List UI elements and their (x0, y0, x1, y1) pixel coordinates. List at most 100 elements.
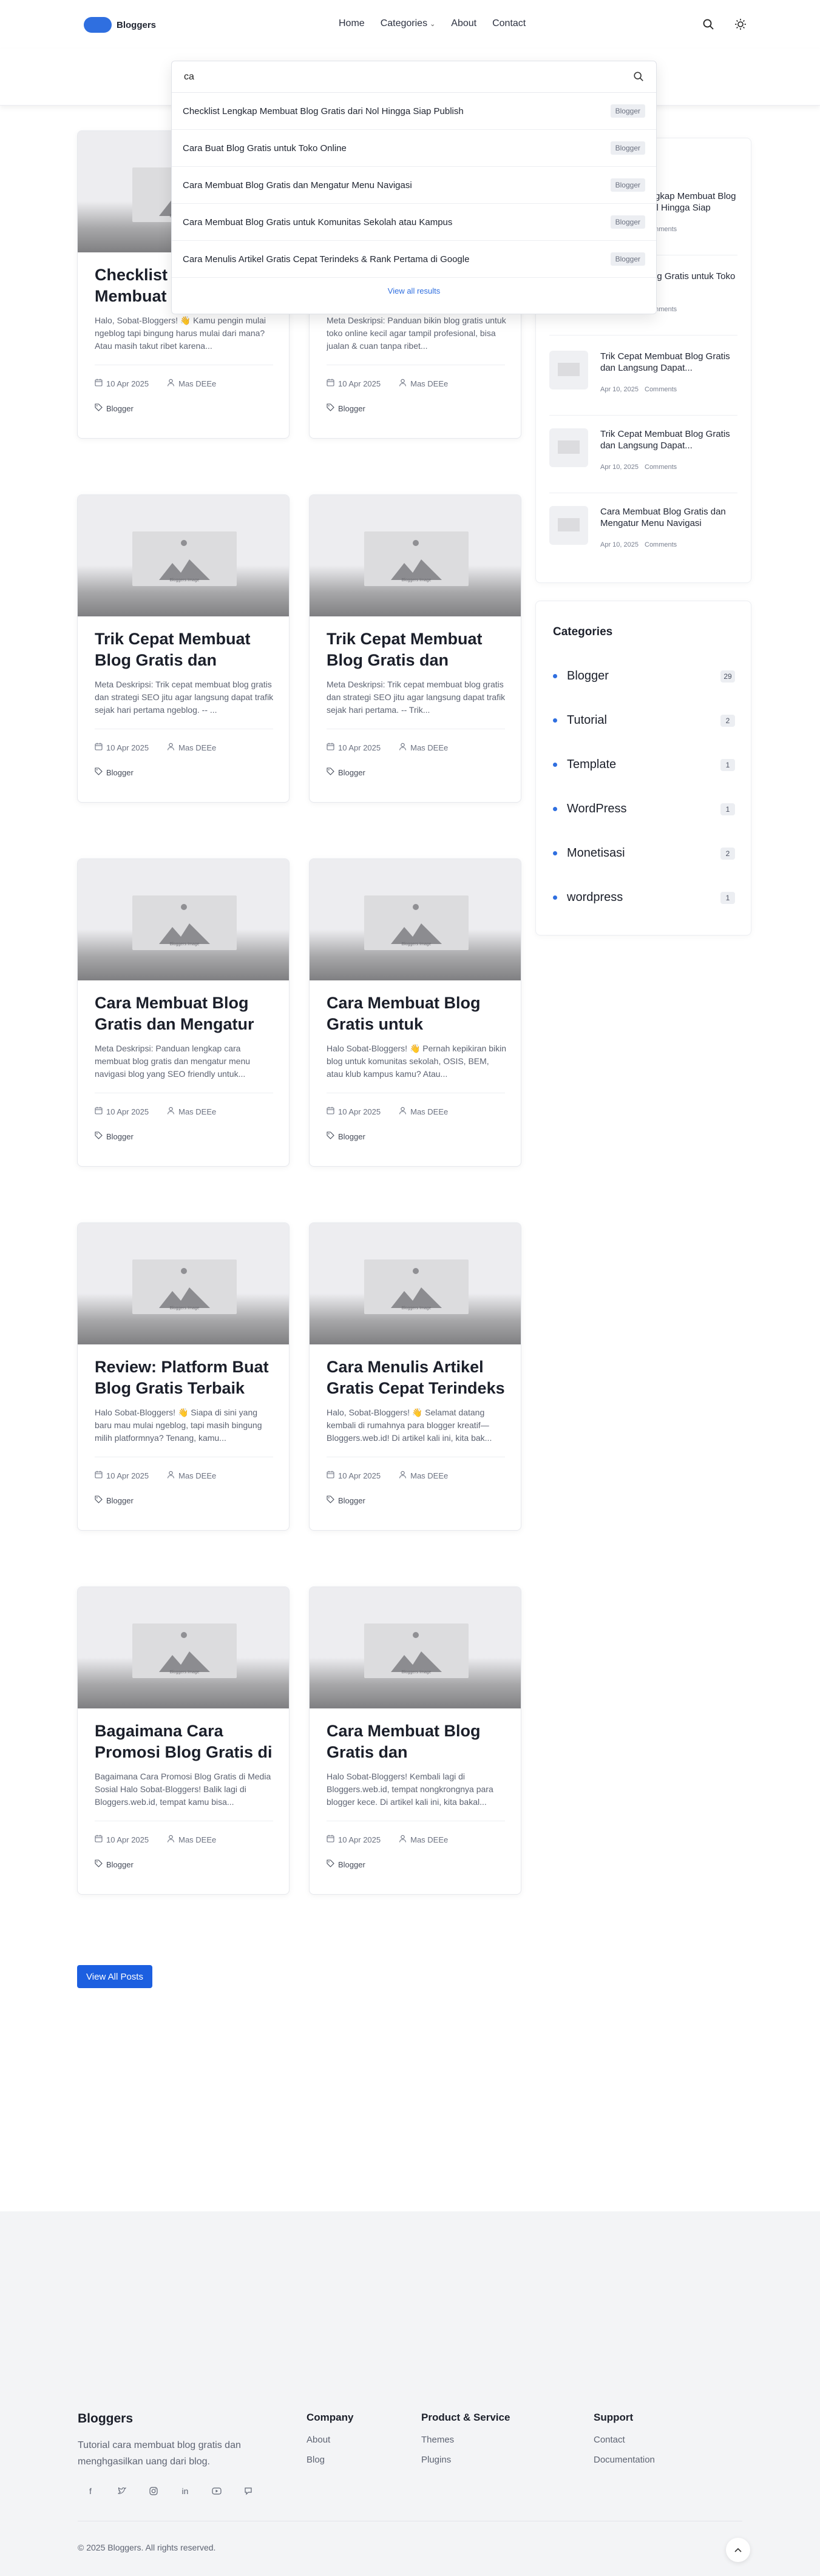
post-card[interactable]: Bloggers Image Cara Membuat Blog Gratis u… (309, 858, 521, 1167)
post-tag[interactable]: Blogger (327, 1495, 365, 1505)
recent-post-title[interactable]: Trik Cepat Membuat Blog Gratis dan Langs… (600, 428, 740, 451)
post-author[interactable]: Mas DEEe (410, 379, 448, 388)
category-name[interactable]: Monetisasi (567, 846, 625, 860)
post-title[interactable]: Trik Cepat Membuat Blog Gratis dan Langs… (95, 629, 276, 671)
nav-categories[interactable]: Categories ⌄ (381, 18, 436, 29)
search-result[interactable]: Cara Membuat Blog Gratis dan Mengatur Me… (172, 167, 656, 204)
category-count: 1 (720, 892, 735, 904)
category-name[interactable]: Tutorial (567, 713, 607, 727)
post-author[interactable]: Mas DEEe (410, 743, 448, 752)
nav-about[interactable]: About (451, 18, 476, 29)
view-all-results-link[interactable]: View all results (172, 278, 656, 295)
recent-post-thumbnail[interactable] (549, 428, 588, 467)
category-name[interactable]: Blogger (567, 669, 609, 683)
recent-post-item[interactable]: Cara Membuat Blog Gratis dan Mengatur Me… (549, 506, 737, 555)
recent-post-comments[interactable]: Comments (645, 386, 677, 393)
post-author[interactable]: Mas DEEe (178, 379, 216, 388)
post-thumbnail[interactable]: Bloggers Image (78, 859, 289, 980)
category-item[interactable]: Blogger 29 (553, 667, 735, 685)
post-title[interactable]: Cara Menulis Artikel Gratis Cepat Terind… (327, 1357, 507, 1399)
post-title[interactable]: Trik Cepat Membuat Blog Gratis dan Langs… (327, 629, 507, 671)
post-tag[interactable]: Blogger (327, 403, 365, 413)
post-card[interactable]: Bloggers Image Review: Platform Buat Blog… (77, 1222, 290, 1531)
sun-icon[interactable] (733, 17, 748, 32)
post-tag[interactable]: Blogger (327, 1860, 365, 1869)
post-thumbnail[interactable]: Bloggers Image (78, 1223, 289, 1344)
instagram-icon[interactable] (147, 2484, 160, 2498)
post-thumbnail[interactable]: Bloggers Image (78, 495, 289, 616)
post-meta: 10 Apr 2025 Mas DEEe (327, 1471, 448, 1480)
recent-post-thumbnail[interactable] (549, 506, 588, 545)
post-author[interactable]: Mas DEEe (178, 1471, 216, 1480)
discord-icon[interactable] (242, 2484, 255, 2498)
post-tag[interactable]: Blogger (95, 767, 134, 777)
search-result[interactable]: Cara Membuat Blog Gratis untuk Komunitas… (172, 204, 656, 241)
search-icon[interactable] (701, 17, 716, 32)
post-card[interactable]: Bloggers Image Cara Menulis Artikel Grati… (309, 1222, 521, 1531)
twitter-icon[interactable] (115, 2484, 129, 2498)
post-card[interactable]: Bloggers Image Cara Membuat Blog Gratis d… (309, 1586, 521, 1895)
post-author[interactable]: Mas DEEe (410, 1835, 448, 1844)
footer-link-contact[interactable]: Contact (594, 2435, 655, 2445)
post-card[interactable]: Bloggers Image Trik Cepat Membuat Blog Gr… (309, 494, 521, 803)
recent-post-comments[interactable]: Comments (645, 464, 677, 471)
post-title[interactable]: Cara Membuat Blog Gratis untuk Komunitas… (327, 993, 507, 1035)
recent-post-comments[interactable]: Comments (645, 541, 677, 548)
youtube-icon[interactable] (210, 2484, 223, 2498)
nav-contact[interactable]: Contact (492, 18, 526, 29)
facebook-icon[interactable]: f (84, 2484, 97, 2498)
post-card[interactable]: Bloggers Image Trik Cepat Membuat Blog Gr… (77, 494, 290, 803)
category-name[interactable]: Template (567, 758, 616, 772)
post-tag[interactable]: Blogger (327, 767, 365, 777)
footer-link-plugins[interactable]: Plugins (421, 2455, 510, 2465)
category-name[interactable]: WordPress (567, 802, 627, 816)
post-thumbnail[interactable]: Bloggers Image (310, 495, 521, 616)
post-title[interactable]: Cara Membuat Blog Gratis dan Memaksimalk… (327, 1721, 507, 1763)
search-result[interactable]: Cara Buat Blog Gratis untuk Toko Online B… (172, 130, 656, 167)
footer-link-themes[interactable]: Themes (421, 2435, 510, 2445)
post-date: 10 Apr 2025 (338, 1107, 381, 1116)
view-all-posts-button[interactable]: View All Posts (77, 1965, 152, 1988)
post-author[interactable]: Mas DEEe (178, 1835, 216, 1844)
search-result[interactable]: Cara Menulis Artikel Gratis Cepat Terind… (172, 241, 656, 278)
post-card[interactable]: Bloggers Image Cara Membuat Blog Gratis d… (77, 858, 290, 1167)
post-author[interactable]: Mas DEEe (178, 1107, 216, 1116)
category-item[interactable]: Template 1 (553, 755, 735, 774)
post-author[interactable]: Mas DEEe (178, 743, 216, 752)
recent-post-thumbnail[interactable] (549, 351, 588, 389)
post-thumbnail[interactable]: Bloggers Image (310, 1223, 521, 1344)
site-logo[interactable]: Bloggers (84, 17, 156, 33)
linkedin-icon[interactable]: in (178, 2484, 192, 2498)
post-thumbnail[interactable]: Bloggers Image (310, 1587, 521, 1708)
post-thumbnail[interactable]: Bloggers Image (78, 1587, 289, 1708)
recent-post-title[interactable]: Cara Membuat Blog Gratis dan Mengatur Me… (600, 506, 740, 529)
footer-link-about[interactable]: About (307, 2435, 353, 2445)
footer-link-blog[interactable]: Blog (307, 2455, 353, 2465)
post-title[interactable]: Bagaimana Cara Promosi Blog Gratis di Me… (95, 1721, 276, 1763)
recent-post-item[interactable]: Trik Cepat Membuat Blog Gratis dan Langs… (549, 428, 737, 477)
category-item[interactable]: WordPress 1 (553, 800, 735, 818)
category-item[interactable]: Tutorial 2 (553, 711, 735, 729)
post-tag[interactable]: Blogger (95, 403, 134, 413)
category-item[interactable]: wordpress 1 (553, 888, 735, 906)
post-author[interactable]: Mas DEEe (410, 1471, 448, 1480)
footer-link-documentation[interactable]: Documentation (594, 2455, 655, 2465)
post-tag[interactable]: Blogger (95, 1860, 134, 1869)
post-tag[interactable]: Blogger (95, 1495, 134, 1505)
search-input[interactable]: ca (172, 61, 656, 93)
back-to-top-button[interactable] (726, 2538, 750, 2562)
post-card[interactable]: Bloggers Image Bagaimana Cara Promosi Blo… (77, 1586, 290, 1895)
post-title[interactable]: Cara Membuat Blog Gratis dan Mengatur Me… (95, 993, 276, 1035)
post-thumbnail[interactable]: Bloggers Image (310, 859, 521, 980)
search-submit-icon[interactable] (633, 71, 644, 85)
recent-post-title[interactable]: Trik Cepat Membuat Blog Gratis dan Langs… (600, 351, 740, 374)
category-item[interactable]: Monetisasi 2 (553, 844, 735, 862)
category-name[interactable]: wordpress (567, 891, 623, 905)
recent-post-item[interactable]: Trik Cepat Membuat Blog Gratis dan Langs… (549, 351, 737, 399)
search-result[interactable]: Checklist Lengkap Membuat Blog Gratis da… (172, 93, 656, 130)
post-tag[interactable]: Blogger (327, 1131, 365, 1141)
post-title[interactable]: Review: Platform Buat Blog Gratis Terbai… (95, 1357, 276, 1399)
nav-home[interactable]: Home (339, 18, 365, 29)
post-tag[interactable]: Blogger (95, 1131, 134, 1141)
post-author[interactable]: Mas DEEe (410, 1107, 448, 1116)
